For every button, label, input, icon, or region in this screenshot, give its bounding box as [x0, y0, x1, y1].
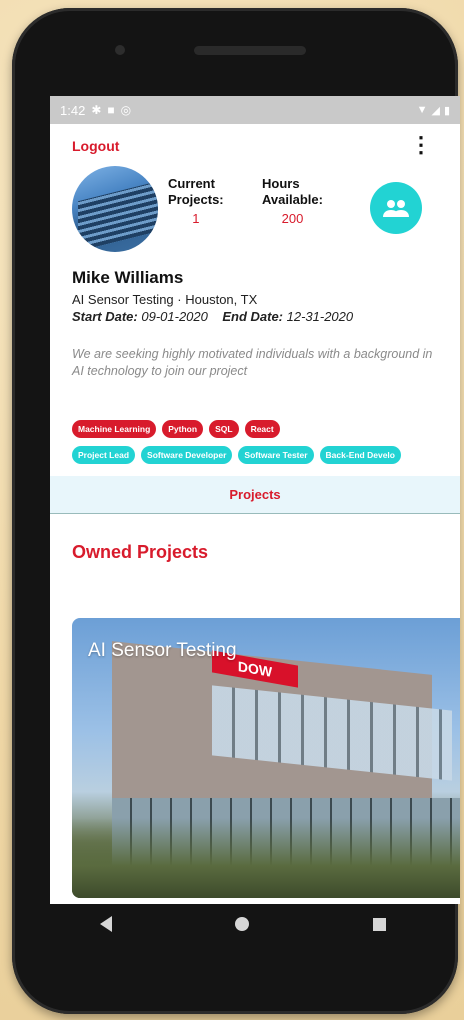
current-projects-stat: Current Projects: 1: [168, 176, 224, 227]
hours-label-line1: Hours: [262, 176, 300, 191]
skill-chip[interactable]: Python: [162, 420, 204, 438]
project-dates: Start Date: 09-01-2020 End Date: 12-31-2…: [72, 309, 438, 324]
end-date-value: 12-31-2020: [286, 309, 354, 324]
hours-available-stat: Hours Available: 200: [262, 176, 323, 227]
front-camera: [115, 45, 125, 55]
user-meta: AI Sensor Testing · Houston, TX: [72, 292, 438, 307]
skill-chip[interactable]: SQL: [209, 420, 239, 438]
hours-label-line2: Available:: [262, 192, 323, 207]
tab-bar: Projects: [50, 476, 460, 514]
status-time: 1:42: [60, 102, 86, 118]
skill-chips: Machine Learning Python SQL React: [72, 420, 460, 438]
wifi-icon: ▼: [416, 104, 428, 116]
avatar[interactable]: [72, 166, 158, 252]
project-card[interactable]: DOW AI Sensor Testing: [72, 618, 460, 898]
role-chip[interactable]: Software Tester: [238, 446, 314, 464]
role-chip[interactable]: Back-End Develo: [319, 446, 401, 464]
current-projects-value: 1: [192, 211, 200, 226]
more-vert-icon[interactable]: ⋮: [410, 134, 432, 156]
back-icon[interactable]: [99, 916, 112, 932]
battery-icon: ▮: [443, 104, 450, 117]
project-role: AI Sensor Testing: [72, 292, 174, 307]
tab-projects[interactable]: Projects: [229, 487, 280, 502]
android-nav-bar: [38, 896, 448, 952]
lock-icon: ■: [107, 103, 115, 117]
hours-available-value: 200: [281, 211, 304, 226]
role-chip[interactable]: Project Lead: [72, 446, 136, 464]
skill-chip[interactable]: Machine Learning: [72, 420, 157, 438]
start-date-value: 09-01-2020: [141, 309, 208, 324]
avatar-building-image: [78, 178, 158, 252]
project-card-title: AI Sensor Testing: [88, 640, 237, 661]
signal-icon: ◢: [431, 104, 440, 117]
logout-button[interactable]: Logout: [72, 138, 119, 154]
end-date-label: End Date:: [222, 309, 283, 324]
earpiece-speaker: [194, 46, 306, 55]
profile-summary: Current Projects: 1 Hours Available: 200: [50, 166, 460, 264]
role-chip[interactable]: Software Developer: [141, 446, 233, 464]
app-screen: 1:42 ✱ ■ ◎ ▼ ◢ ▮ Logout ⋮ Current Projec…: [50, 96, 460, 904]
top-bar: Logout ⋮: [50, 124, 460, 166]
settings-icon: ✱: [91, 103, 102, 117]
current-projects-label-line2: Projects:: [168, 192, 224, 207]
phone-frame: 1:42 ✱ ■ ◎ ▼ ◢ ▮ Logout ⋮ Current Projec…: [12, 8, 460, 1014]
current-projects-label-line1: Current: [168, 176, 215, 191]
home-icon[interactable]: [235, 917, 250, 931]
trees: [72, 818, 460, 898]
sync-icon: ◎: [120, 103, 132, 117]
project-location: Houston, TX: [185, 292, 258, 307]
start-date-label: Start Date:: [72, 309, 138, 324]
skill-chip[interactable]: React: [244, 420, 280, 438]
owned-projects-title: Owned Projects: [72, 542, 209, 562]
status-bar: 1:42 ✱ ■ ◎ ▼ ◢ ▮: [50, 96, 460, 124]
team-button[interactable]: [370, 182, 422, 234]
project-description: We are seeking highly motivated individu…: [72, 347, 433, 378]
user-name: Mike Williams: [72, 268, 184, 287]
recent-apps-icon[interactable]: [373, 917, 387, 931]
role-chips: Project Lead Software Developer Software…: [72, 446, 460, 464]
group-icon: [383, 200, 409, 217]
